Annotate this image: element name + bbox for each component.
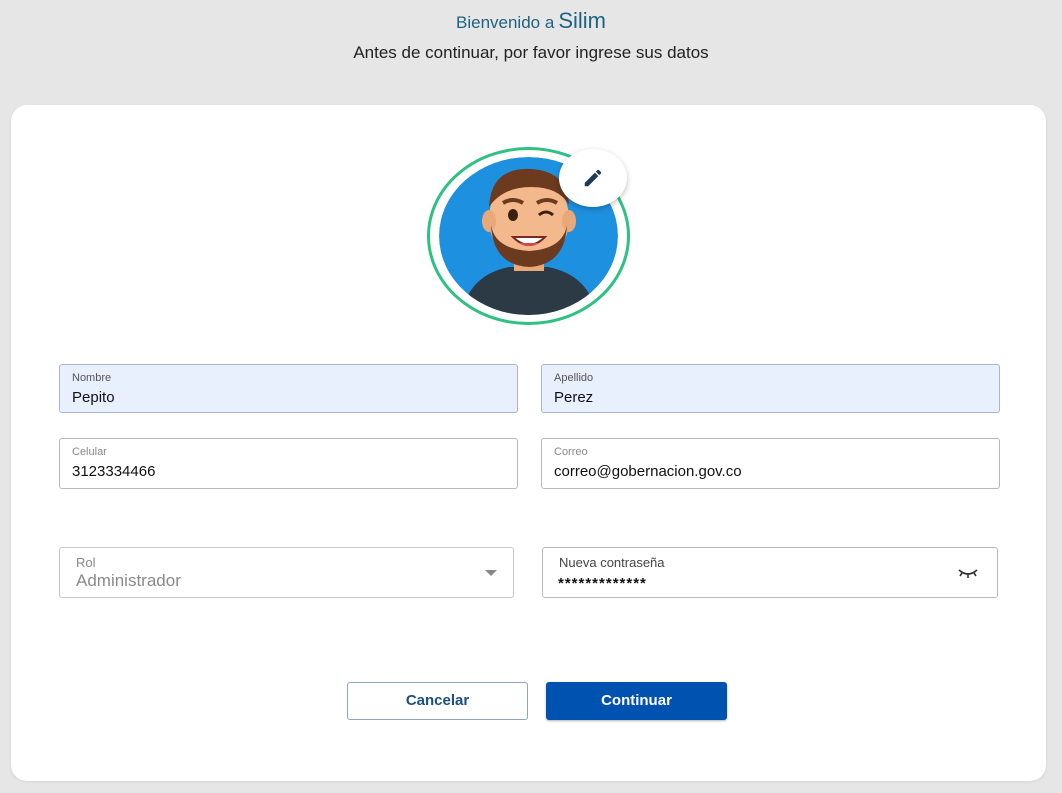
brand-name: Silim xyxy=(558,8,606,33)
apellido-field[interactable]: Apellido Perez xyxy=(541,364,1000,413)
password-label: Nueva contraseña xyxy=(559,555,665,570)
nombre-label: Nombre xyxy=(72,372,112,384)
cancel-button[interactable]: Cancelar xyxy=(347,682,528,720)
correo-label: Correo xyxy=(554,446,588,458)
celular-field[interactable]: Celular 3123334466 xyxy=(59,438,518,489)
rol-value: Administrador xyxy=(76,571,181,590)
correo-value: correo@gobernacion.gov.co xyxy=(554,463,742,480)
eye-closed-icon[interactable] xyxy=(957,566,979,580)
celular-value: 3123334466 xyxy=(72,463,156,480)
chevron-down-icon xyxy=(485,570,497,576)
apellido-label: Apellido xyxy=(554,372,594,384)
password-value: ************* xyxy=(558,575,647,592)
password-field[interactable]: Nueva contraseña ************* xyxy=(542,547,998,598)
rol-select[interactable]: Rol Administrador xyxy=(59,547,514,598)
page-header: Bienvenido a Silim Antes de continuar, po… xyxy=(0,0,1062,100)
welcome-text: Bienvenido a xyxy=(456,13,555,32)
nombre-field[interactable]: Nombre Pepito xyxy=(59,364,518,413)
pencil-icon xyxy=(584,169,602,187)
correo-field[interactable]: Correo correo@gobernacion.gov.co xyxy=(541,438,1000,489)
continue-button[interactable]: Continuar xyxy=(546,682,727,720)
rol-label: Rol xyxy=(76,555,96,570)
welcome-title: Bienvenido a Silim xyxy=(0,8,1062,34)
apellido-value: Perez xyxy=(554,389,594,406)
edit-avatar-button[interactable] xyxy=(559,149,627,207)
celular-label: Celular xyxy=(72,446,107,458)
nombre-value: Pepito xyxy=(72,389,115,406)
page-subtitle: Antes de continuar, por favor ingrese su… xyxy=(353,43,709,62)
